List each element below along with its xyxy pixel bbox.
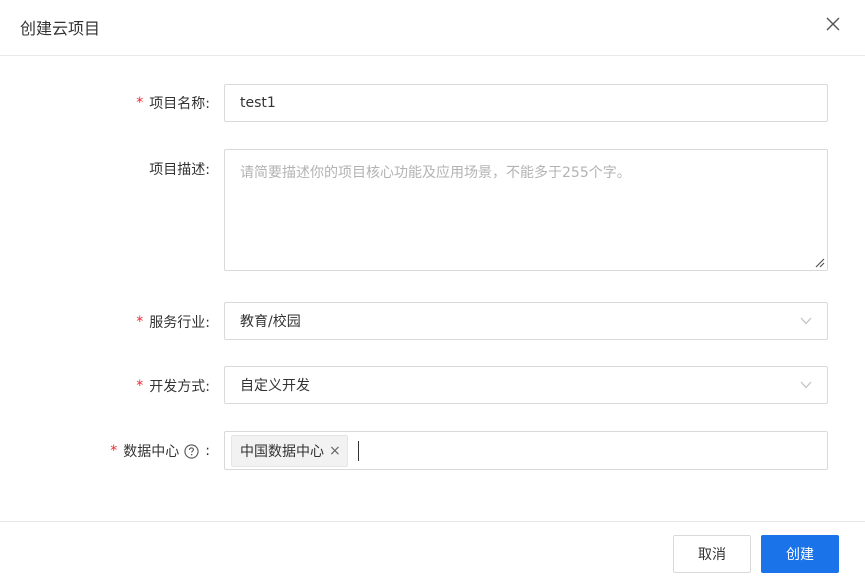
industry-select[interactable]: 教育/校园 xyxy=(224,302,828,340)
data-center-colon: : xyxy=(205,443,210,459)
dev-mode-label-text: 开发方式: xyxy=(149,379,210,395)
data-center-label-text: 数据中心 xyxy=(123,444,180,460)
industry-value: 教育/校园 xyxy=(240,314,301,330)
required-mark: * xyxy=(136,314,144,330)
close-button[interactable] xyxy=(823,14,843,34)
chevron-down-icon xyxy=(800,317,812,325)
data-center-tag-label: 中国数据中心 xyxy=(240,443,324,460)
project-name-label: * 项目名称: xyxy=(136,93,210,113)
project-name-label-text: 项目名称: xyxy=(149,96,210,112)
industry-label: * 服务行业: xyxy=(136,312,210,332)
dev-mode-value: 自定义开发 xyxy=(240,378,310,394)
create-project-dialog: 创建云项目 * 项目名称: test1 项目描述: 请简要描述你的项目核心功能及… xyxy=(0,0,865,583)
data-center-label: * 数据中心 : xyxy=(110,441,210,461)
chevron-down-icon xyxy=(800,381,812,389)
help-circle-icon[interactable] xyxy=(184,443,199,459)
dialog-footer: 取消 创建 xyxy=(0,521,865,583)
dev-mode-select[interactable]: 自定义开发 xyxy=(224,366,828,404)
text-caret xyxy=(357,440,359,461)
cancel-button[interactable]: 取消 xyxy=(673,535,751,573)
data-center-tag: 中国数据中心 × xyxy=(231,434,348,467)
resize-handle-icon[interactable] xyxy=(813,256,825,268)
tag-remove-icon[interactable]: × xyxy=(329,443,341,459)
data-center-tag-input[interactable]: 中国数据中心 × xyxy=(224,431,828,470)
dialog-title: 创建云项目 xyxy=(20,19,101,38)
required-mark: * xyxy=(110,443,118,459)
project-name-input[interactable]: test1 xyxy=(224,84,828,122)
project-description-textarea[interactable]: 请简要描述你的项目核心功能及应用场景，不能多于255个字。 xyxy=(224,149,828,271)
project-description-label: 项目描述: xyxy=(149,159,210,179)
dev-mode-label: * 开发方式: xyxy=(136,376,210,396)
required-mark: * xyxy=(136,378,144,394)
project-name-value: test1 xyxy=(240,95,276,111)
project-description-placeholder: 请简要描述你的项目核心功能及应用场景，不能多于255个字。 xyxy=(240,165,631,181)
close-icon xyxy=(826,17,840,31)
industry-label-text: 服务行业: xyxy=(149,315,210,331)
dialog-header: 创建云项目 xyxy=(0,0,865,56)
project-description-label-text: 项目描述: xyxy=(149,162,210,178)
create-button[interactable]: 创建 xyxy=(761,535,839,573)
required-mark: * xyxy=(136,95,144,111)
